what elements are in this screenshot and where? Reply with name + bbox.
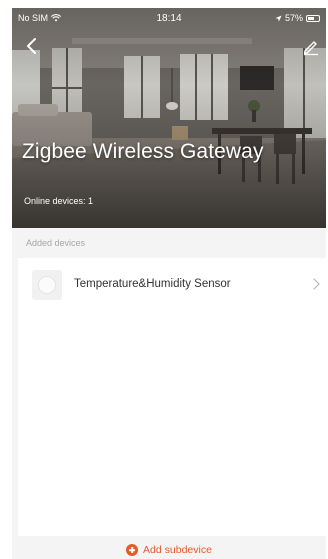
plus-circle-icon xyxy=(126,544,139,556)
device-detail-page: No SIM 18:14 57% Zigbee Wireless Gateway… xyxy=(12,8,326,559)
status-right: 57% xyxy=(275,13,320,23)
edit-button[interactable] xyxy=(302,38,320,56)
battery-icon xyxy=(306,14,320,22)
device-title: Zigbee Wireless Gateway xyxy=(22,140,264,163)
section-label-added-devices: Added devices xyxy=(26,238,86,248)
chevron-left-icon xyxy=(27,38,36,54)
device-name: Temperature&Humidity Sensor xyxy=(74,278,231,290)
chevron-right-icon xyxy=(313,278,320,290)
online-devices-count: Online devices: 1 xyxy=(24,196,94,206)
hero-overlay xyxy=(12,8,326,228)
add-subdevice-button[interactable]: Add subdevice xyxy=(12,542,326,558)
battery-percent: 57% xyxy=(284,13,303,23)
device-thumbnail xyxy=(32,270,62,300)
device-list: Temperature&Humidity Sensor xyxy=(18,258,326,536)
sensor-icon xyxy=(38,276,56,294)
location-arrow-icon xyxy=(275,14,282,22)
back-button[interactable] xyxy=(22,36,42,56)
app-screen: No SIM 18:14 57% Zigbee Wireless Gateway… xyxy=(0,0,328,559)
battery-level xyxy=(308,16,314,20)
hero-header: No SIM 18:14 57% Zigbee Wireless Gateway… xyxy=(12,8,326,228)
device-row-temperature-sensor[interactable]: Temperature&Humidity Sensor xyxy=(18,258,326,314)
pencil-icon xyxy=(303,41,318,56)
status-bar: No SIM 18:14 57% xyxy=(12,8,326,28)
add-subdevice-label: Add subdevice xyxy=(143,544,212,556)
